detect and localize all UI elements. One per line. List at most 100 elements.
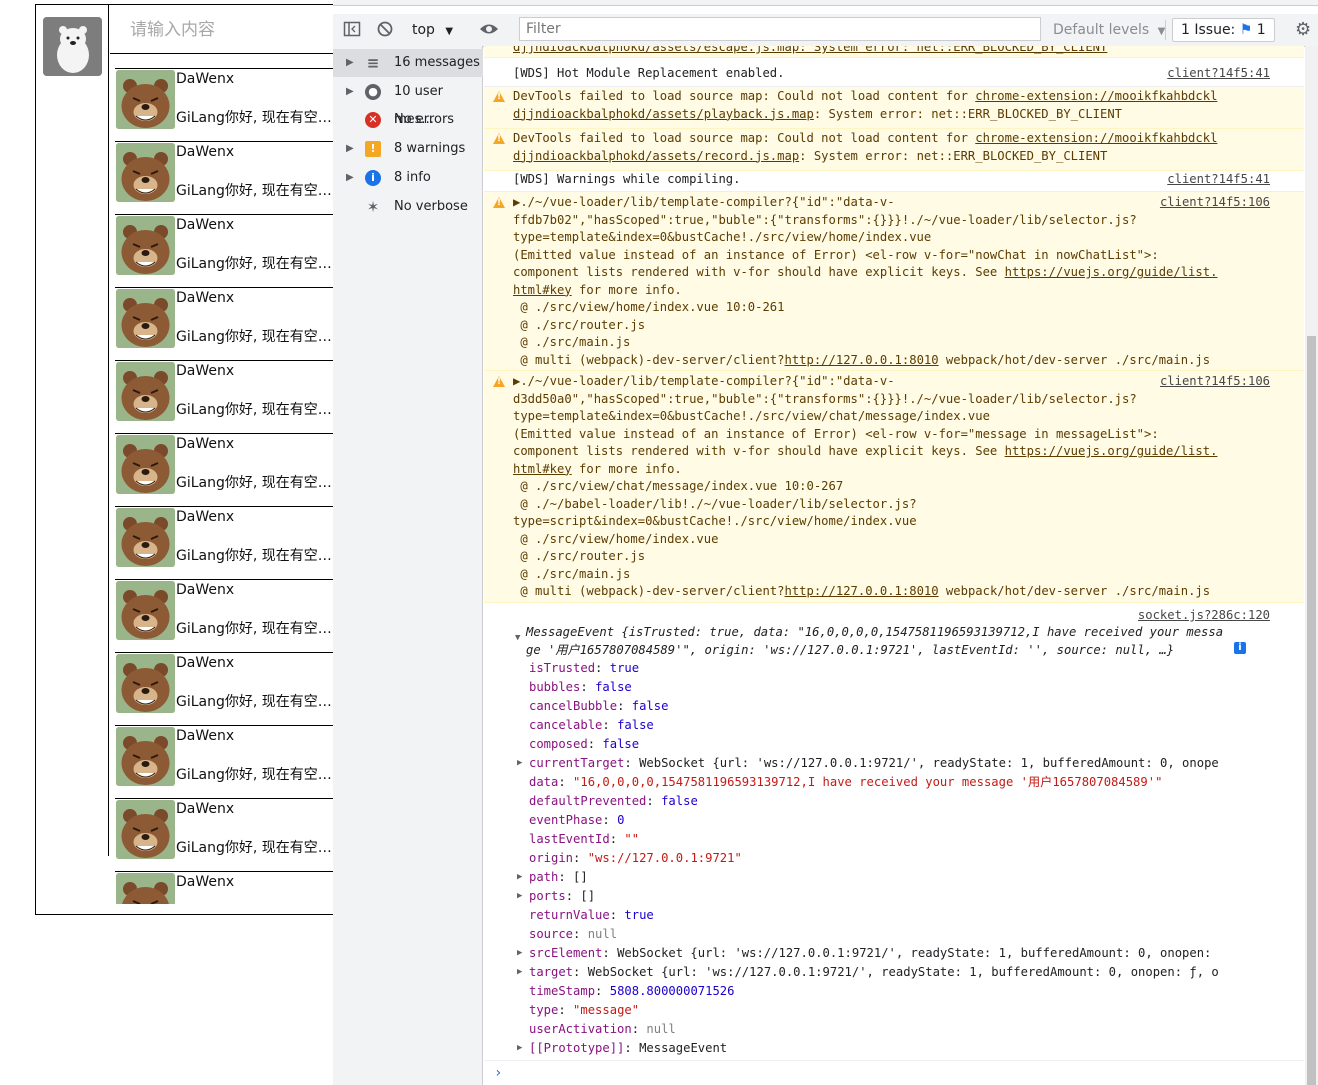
chat-list-item[interactable]: DaWenx GiLang你好, 现在有空?能...: [115, 798, 333, 871]
info-icon[interactable]: i: [1234, 642, 1246, 654]
message-link[interactable]: html#key: [513, 283, 572, 297]
contact-avatar: [116, 581, 175, 640]
expand-arrow-icon[interactable]: ▶: [517, 1040, 522, 1057]
chat-app: DaWenx GiLang你好, 现在有空?能... DaWenx GiLang你好,…: [0, 0, 333, 1085]
dropdown-arrow-icon: ▼: [445, 26, 454, 37]
console-warning-row: DevTools failed to load source map: Coul…: [484, 129, 1304, 171]
console-object-row: socket.js?286c:120 ▼ MessageEvent {isTru…: [484, 603, 1304, 1059]
console-prompt[interactable]: ›: [484, 1060, 1304, 1085]
chat-list-item[interactable]: DaWenx GiLang你好, 现在有空?能...: [115, 506, 333, 579]
source-map-link[interactable]: djjndioackbalphokd/assets/playback.js.ma…: [513, 107, 814, 121]
message-part: : System error: net::ERR_BLOCKED_BY_CLIE…: [813, 106, 1123, 121]
property-key: defaultPrevented: [529, 794, 647, 808]
expand-arrow-icon[interactable]: ▶: [346, 135, 354, 163]
message-link[interactable]: https://vuejs.org/guide/list.: [1005, 265, 1218, 279]
eye-icon[interactable]: [479, 20, 499, 40]
event-property: bubbles: false: [529, 679, 632, 696]
message-text: DevTools failed to load source map: Coul…: [513, 88, 1217, 123]
issues-count: 1: [1256, 22, 1266, 38]
issues-label: 1 Issue:: [1181, 22, 1236, 38]
scrollbar-thumb[interactable]: [1307, 336, 1316, 1085]
source-map-link[interactable]: djjndioackbalphokd/assets/record.js.map: [513, 149, 799, 163]
event-property: isTrusted: true: [529, 660, 639, 677]
property-separator: :: [595, 661, 610, 675]
chat-list-item[interactable]: DaWenx GiLang你好, 现在有空?能...: [115, 433, 333, 506]
event-summary[interactable]: MessageEvent {isTrusted: true, data: "16…: [526, 624, 1223, 659]
property-key: bubbles: [529, 680, 581, 694]
chat-list-item[interactable]: DaWenx GiLang你好, 现在有空?能...: [115, 214, 333, 287]
source-link[interactable]: client?14f5:41: [1167, 171, 1270, 189]
gear-icon[interactable]: ⚙: [1295, 19, 1311, 40]
sidebar-item-list[interactable]: ▶ ≡ 16 messages: [333, 49, 483, 77]
message-link[interactable]: html#key: [513, 462, 572, 476]
property-separator: :: [609, 908, 625, 922]
source-link[interactable]: socket.js?286c:120: [1138, 607, 1270, 625]
contact-name: DaWenx: [176, 436, 235, 452]
expand-arrow-icon[interactable]: ▶: [517, 964, 522, 981]
message-part: DevTools failed to load source map: Coul…: [513, 131, 976, 145]
issues-button[interactable]: 1 Issue: ⚑ 1: [1172, 18, 1275, 42]
expand-arrow-icon[interactable]: ▶: [517, 869, 522, 886]
property-value: 0: [617, 813, 625, 827]
chat-list-item[interactable]: DaWenx GiLang你好, 现在有空?能...: [115, 579, 333, 652]
message-text: ▶./~/vue-loader/lib/template-compiler?{"…: [513, 373, 1217, 601]
last-message-preview: GiLang你好, 现在有空?能...: [176, 110, 333, 126]
source-link[interactable]: client?14f5:106: [1160, 194, 1270, 212]
event-property[interactable]: ▶ currentTarget: WebSocket {url: 'ws://12…: [517, 755, 1219, 772]
expand-arrow-icon[interactable]: ▶: [517, 888, 522, 905]
event-property[interactable]: ▶ path: []: [517, 869, 588, 886]
property-separator: :: [631, 1022, 647, 1036]
clear-console-icon[interactable]: [375, 20, 395, 40]
message-line: @ ./src/main.js: [513, 566, 631, 581]
chat-list-item[interactable]: DaWenx GiLang你好, 现在有空?能...: [115, 68, 333, 141]
property-separator: :: [573, 965, 588, 979]
context-selector[interactable]: top ▼: [412, 20, 453, 40]
property-key: isTrusted: [529, 661, 596, 675]
expand-arrow-icon[interactable]: ▶: [346, 164, 354, 192]
sidebar-item-user[interactable]: ▶ ● 10 user mes...: [333, 78, 483, 127]
sidebar-toggle-icon[interactable]: [342, 20, 362, 40]
message-link[interactable]: http://127.0.0.1:8010: [785, 584, 939, 598]
chat-list-item[interactable]: DaWenx GiLang你好, 现在有空?能...: [115, 360, 333, 433]
expand-arrow-icon[interactable]: ▶: [346, 78, 354, 106]
search-input[interactable]: [128, 15, 332, 45]
message-link[interactable]: https://vuejs.org/guide/list.: [1005, 444, 1218, 458]
user-avatar[interactable]: [43, 17, 102, 76]
extension-link[interactable]: chrome-extension://mooikfkahbdckl: [975, 89, 1217, 103]
log-levels-dropdown[interactable]: Default levels ▼: [1053, 20, 1165, 42]
console-warning-row: ▶./~/vue-loader/lib/template-compiler?{"…: [484, 192, 1304, 371]
expand-arrow-icon[interactable]: ▶: [517, 755, 522, 772]
chat-list-item[interactable]: DaWenx GiLang你好, 现在有空?能...: [115, 652, 333, 725]
chat-list-item[interactable]: DaWenx GiLang你好, 现在有空?能...: [115, 725, 333, 798]
source-map-link[interactable]: djjndioackbalphokd/assets/escape.js.map:…: [513, 46, 1107, 54]
contact-avatar: [116, 800, 175, 859]
extension-link[interactable]: chrome-extension://mooikfkahbdckl: [975, 131, 1217, 145]
sidebar-item-bug[interactable]: ✶ No verbose: [333, 193, 483, 221]
chat-list-item[interactable]: DaWenx GiLang你好, 现在有空?能...: [115, 141, 333, 214]
expand-arrow-icon[interactable]: ▼: [515, 633, 520, 643]
event-property[interactable]: ▶ target: WebSocket {url: 'ws://127.0.0.1…: [517, 964, 1219, 981]
sidebar-item-info[interactable]: ▶ i 8 info: [333, 164, 483, 192]
contact-avatar: [116, 508, 175, 567]
event-property[interactable]: ▶ ports: []: [517, 888, 595, 905]
console-scrollbar[interactable]: [1305, 46, 1318, 1085]
filter-input[interactable]: [519, 17, 1041, 41]
property-value: "": [624, 832, 640, 846]
event-property[interactable]: ▶ [[Prototype]]: MessageEvent: [517, 1040, 727, 1057]
expand-arrow-icon[interactable]: ▶: [517, 945, 522, 962]
source-link[interactable]: client?14f5:41: [1167, 65, 1270, 83]
expand-arrow-icon[interactable]: ▶: [346, 49, 354, 77]
message-line: ▶./~/vue-loader/lib/template-compiler?{"…: [513, 374, 895, 388]
source-link[interactable]: client?14f5:106: [1160, 373, 1270, 391]
message-line: component lists rendered with v-for shou…: [513, 265, 1005, 279]
sidebar-item-label: 8 info: [394, 169, 431, 185]
toolbar-divider: [1165, 20, 1166, 40]
event-property[interactable]: ▶ srcElement: WebSocket {url: 'ws://127.0…: [517, 945, 1211, 962]
sidebar-item-warning[interactable]: ▶! 8 warnings: [333, 135, 483, 163]
sidebar-item-error[interactable]: ✕ No errors: [333, 106, 483, 134]
event-property: eventPhase: 0: [529, 812, 624, 829]
chat-list-item[interactable]: DaWenx: [115, 871, 333, 904]
chat-list-item[interactable]: DaWenx GiLang你好, 现在有空?能...: [115, 287, 333, 360]
message-link[interactable]: http://127.0.0.1:8010: [785, 353, 939, 367]
event-property: lastEventId: "": [529, 831, 639, 848]
